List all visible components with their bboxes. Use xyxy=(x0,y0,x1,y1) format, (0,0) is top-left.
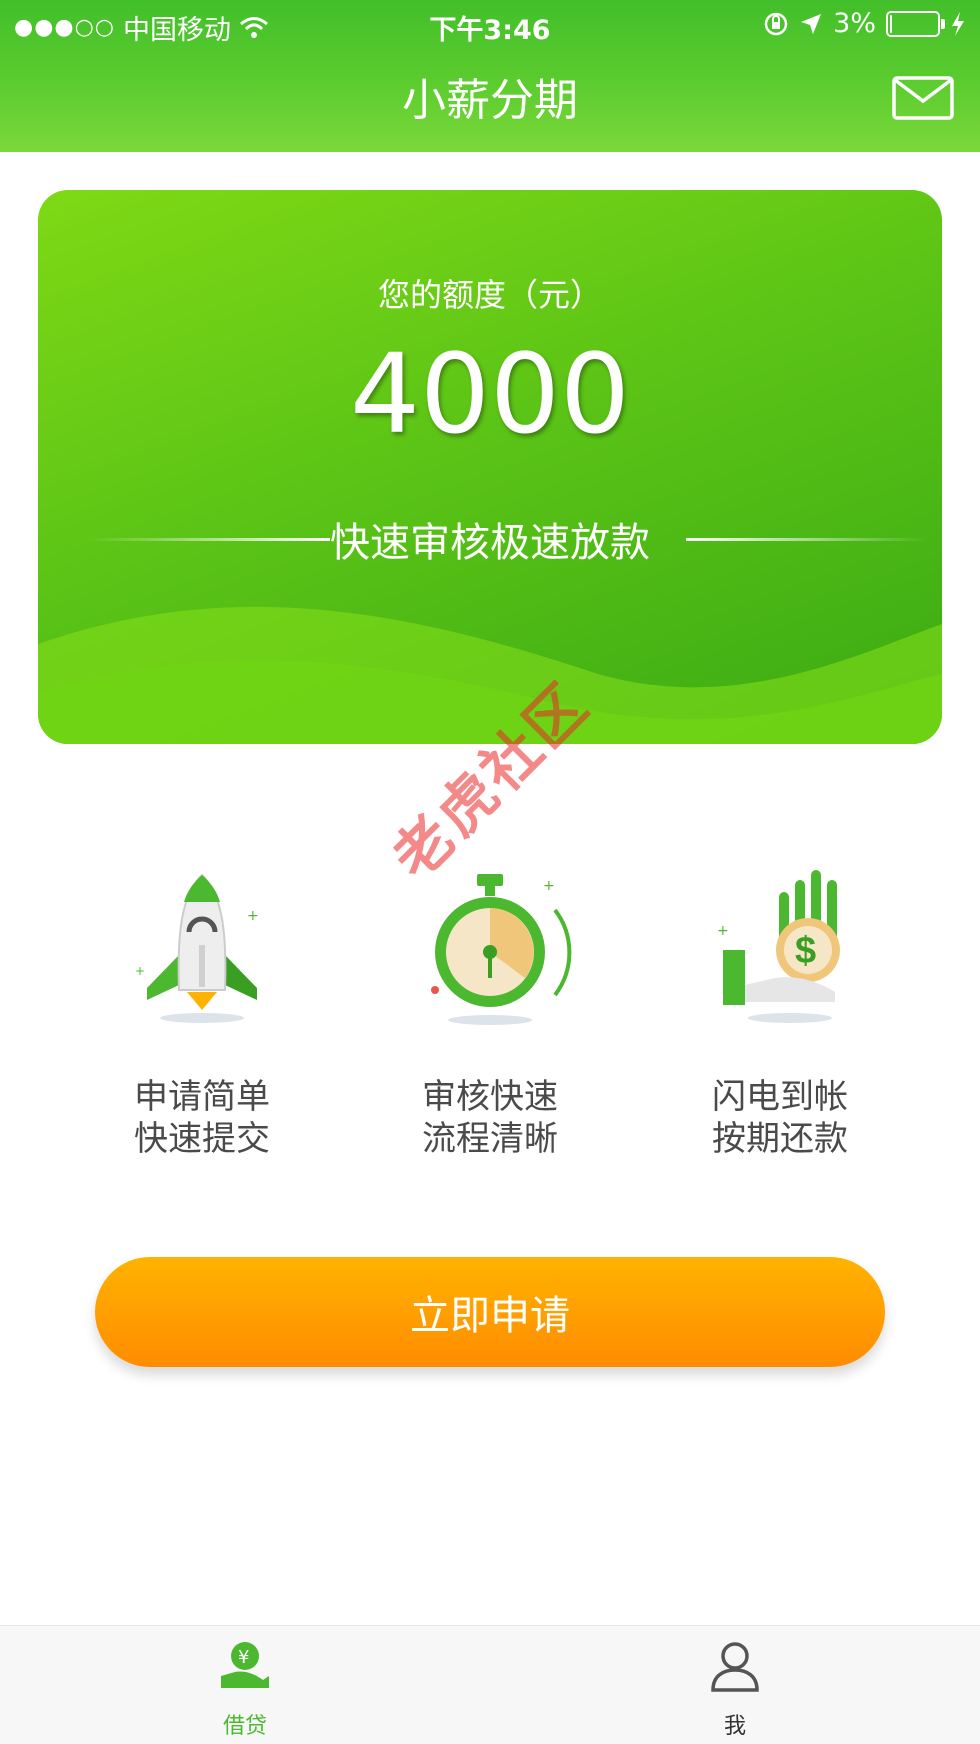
battery-percent: 3% xyxy=(833,8,876,39)
svg-text:+: + xyxy=(135,964,145,978)
battery-icon xyxy=(886,10,945,37)
credit-limit-card: 您的额度（元） 4000 快速审核极速放款 xyxy=(38,190,942,744)
bottom-tab-bar: ¥ 借贷 我 xyxy=(0,1625,980,1744)
tab-loan-label: 借贷 xyxy=(222,1714,267,1739)
svg-text:$: $ xyxy=(795,930,816,972)
feature-fast-payout: $ + 闪电到帐 按期还款 xyxy=(660,860,900,1160)
feature-apply-simple: + + 申请简单 快速提交 xyxy=(82,860,322,1160)
feature-review-line1: 审核快速 xyxy=(422,1077,558,1117)
loan-icon: ¥ xyxy=(221,1642,269,1688)
mail-icon[interactable] xyxy=(892,76,954,120)
money-hand-icon: $ + xyxy=(717,870,840,1023)
feature-payout-line1: 闪电到帐 xyxy=(712,1077,848,1117)
feature-apply-line1: 申请简单 xyxy=(134,1077,270,1117)
apply-now-button[interactable]: 立即申请 xyxy=(95,1257,885,1367)
svg-text:+: + xyxy=(247,908,259,924)
app-header: ●●●○○ 中国移动 下午3:46 3% 小薪分期 xyxy=(0,0,980,152)
svg-text:+: + xyxy=(717,923,729,939)
tab-me[interactable]: 我 xyxy=(645,1636,825,1740)
credit-limit-amount: 4000 xyxy=(350,330,630,458)
feature-review-line2: 流程清晰 xyxy=(422,1119,558,1159)
location-arrow-icon xyxy=(801,13,822,34)
tab-loan[interactable]: ¥ 借贷 xyxy=(155,1636,335,1740)
user-icon xyxy=(711,1642,759,1692)
feature-apply-line2: 快速提交 xyxy=(134,1119,270,1159)
credit-limit-label: 您的额度（元） xyxy=(377,276,602,314)
feature-payout-line2: 按期还款 xyxy=(712,1119,848,1159)
feature-review-fast: + 审核快速 流程清晰 xyxy=(370,860,610,1160)
svg-text:¥: ¥ xyxy=(238,1647,249,1668)
rotation-lock-icon xyxy=(764,12,788,35)
slogan-divider-right xyxy=(686,538,928,541)
svg-text:+: + xyxy=(543,878,555,894)
status-bar: ●●●○○ 中国移动 下午3:46 3% xyxy=(0,0,980,48)
tab-me-label: 我 xyxy=(723,1714,746,1739)
page-title: 小薪分期 xyxy=(402,75,578,126)
rocket-icon: + + xyxy=(135,873,259,1023)
charging-bolt-icon xyxy=(952,11,964,36)
